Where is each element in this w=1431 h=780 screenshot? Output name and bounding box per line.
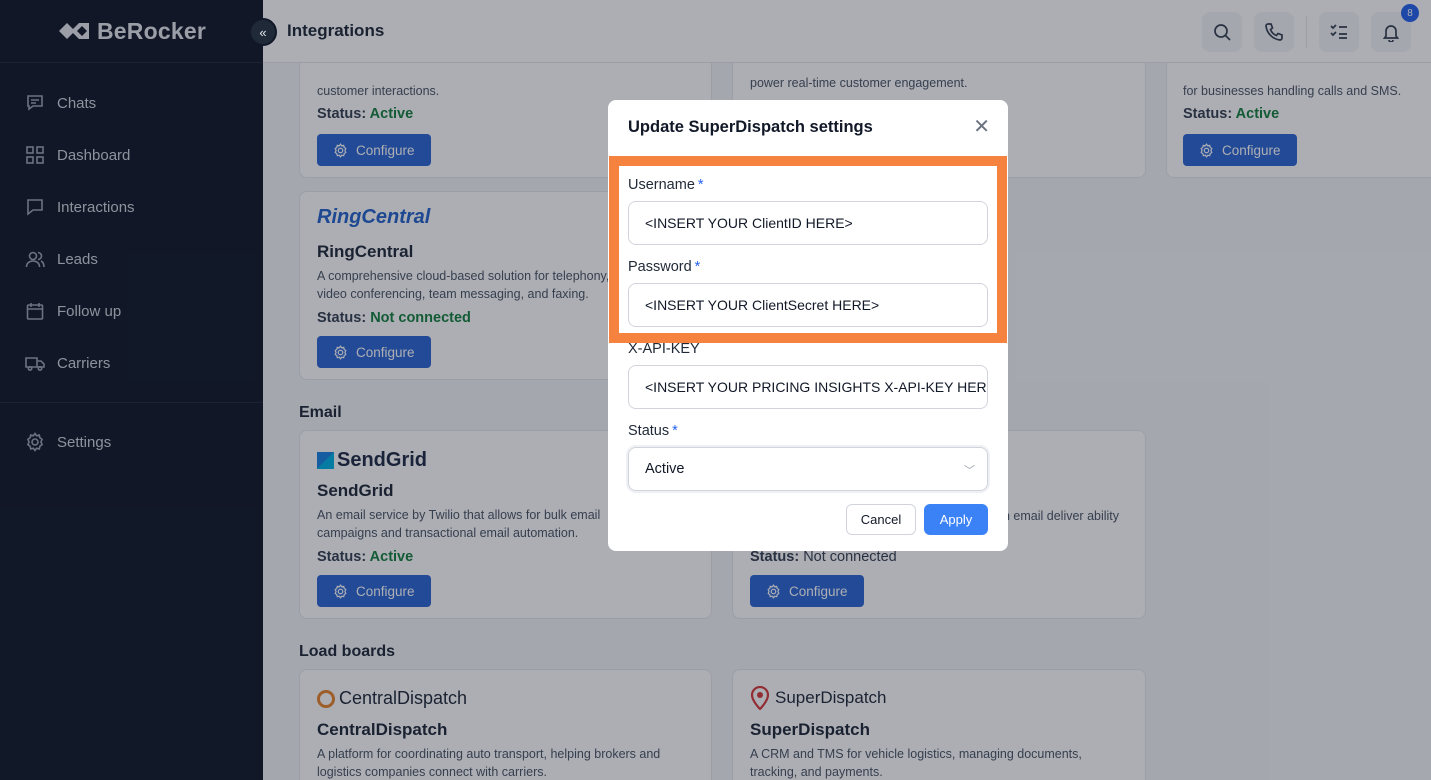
chevron-down-icon: ﹀	[964, 465, 975, 477]
password-label-text: Password	[628, 259, 692, 275]
required-mark: *	[697, 177, 704, 193]
password-label: Password *	[628, 259, 700, 275]
chevrons-left-icon: «	[259, 24, 267, 40]
collapse-sidebar-button[interactable]: «	[249, 18, 277, 46]
modal-title: Update SuperDispatch settings	[628, 118, 873, 136]
username-label: Username *	[628, 177, 704, 193]
status-select[interactable]: Active ﹀	[628, 447, 988, 491]
close-button[interactable]: ✕	[973, 116, 990, 138]
password-field[interactable]: <INSERT YOUR ClientSecret HERE>	[628, 283, 988, 327]
required-mark: *	[694, 259, 701, 275]
close-icon: ✕	[973, 116, 990, 138]
username-label-text: Username	[628, 177, 695, 193]
cancel-button[interactable]: Cancel	[846, 504, 916, 535]
status-label: Status *	[628, 423, 678, 439]
apply-button[interactable]: Apply	[924, 504, 988, 535]
status-label-text: Status	[628, 423, 670, 439]
api-key-field[interactable]: <INSERT YOUR PRICING INSIGHTS X-API-KEY …	[628, 365, 988, 409]
username-field[interactable]: <INSERT YOUR ClientID HERE>	[628, 201, 988, 245]
status-select-value: Active	[645, 461, 685, 477]
required-mark: *	[672, 423, 678, 439]
api-key-label: X-API-KEY	[628, 341, 700, 357]
settings-modal: Update SuperDispatch settings ✕ Username…	[608, 100, 1008, 551]
